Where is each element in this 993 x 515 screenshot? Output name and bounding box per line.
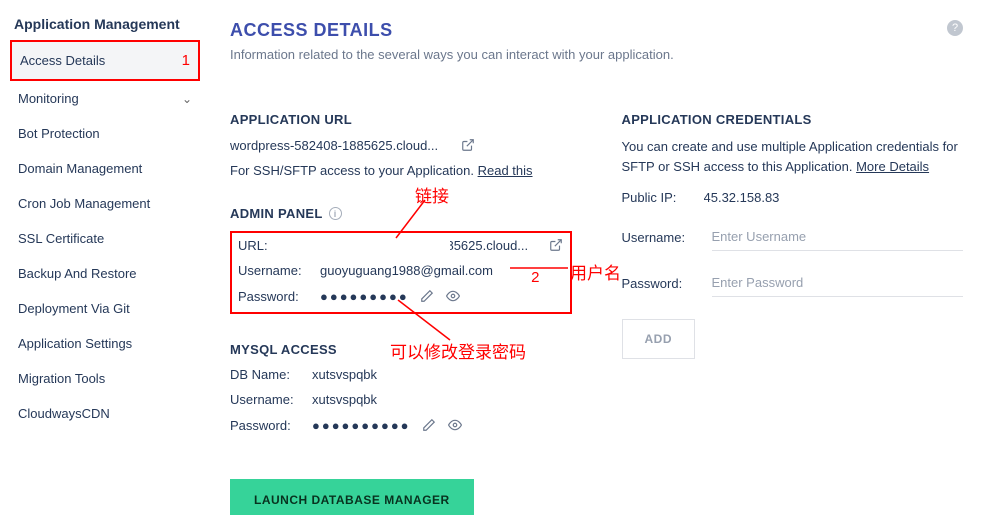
add-credential-button[interactable]: ADD (622, 319, 696, 359)
section-admin-panel: ADMIN PANEL i URL: wordpress-582408-1885… (230, 206, 572, 314)
section-title: MYSQL ACCESS (230, 342, 572, 357)
db-password-label: Password: (230, 418, 302, 433)
admin-url-label: URL: (238, 238, 310, 253)
cred-password-label: Password: (622, 276, 694, 291)
sidebar: Application Management Access Details 1 … (0, 0, 200, 515)
sidebar-item-label: Migration Tools (18, 371, 105, 386)
sidebar-item-label: Access Details (20, 53, 105, 68)
sidebar-item-migration-tools[interactable]: Migration Tools (10, 361, 200, 396)
sidebar-item-cloudways-cdn[interactable]: CloudwaysCDN (10, 396, 200, 431)
section-application-url: APPLICATION URL wordpress-582408-1885625… (230, 112, 572, 178)
cred-password-input[interactable] (712, 269, 964, 297)
sidebar-item-access-details[interactable]: Access Details 1 (10, 40, 200, 81)
admin-password-label: Password: (238, 289, 310, 304)
db-password-masked: ●●●●●●●●●● (312, 418, 411, 433)
page-subtitle: Information related to the several ways … (230, 47, 674, 62)
application-url-value: wordpress-582408-1885625.cloud... (230, 138, 450, 153)
sidebar-item-label: Cron Job Management (18, 196, 150, 211)
sidebar-item-backup-restore[interactable]: Backup And Restore (10, 256, 200, 291)
sidebar-item-label: Monitoring (18, 91, 79, 106)
db-name-value: xutsvspqbk (312, 367, 572, 382)
annotation-number-2: 2 (513, 269, 539, 286)
sidebar-item-monitoring[interactable]: Monitoring ⌄ (10, 81, 200, 116)
section-title: APPLICATION URL (230, 112, 572, 127)
sidebar-item-deployment-git[interactable]: Deployment Via Git (10, 291, 200, 326)
cred-username-input[interactable] (712, 223, 964, 251)
db-username-label: Username: (230, 392, 302, 407)
sidebar-item-label: Domain Management (18, 161, 142, 176)
admin-password-masked: ●●●●●●●●● (320, 289, 409, 304)
edit-icon[interactable] (421, 417, 437, 433)
ssh-note: For SSH/SFTP access to your Application.… (230, 163, 572, 178)
sidebar-item-label: Bot Protection (18, 126, 100, 141)
section-application-credentials: APPLICATION CREDENTIALS You can create a… (622, 112, 964, 359)
left-column: APPLICATION URL wordpress-582408-1885625… (230, 112, 572, 515)
annotation-number-1: 1 (164, 52, 190, 69)
external-link-icon[interactable] (460, 137, 476, 153)
sidebar-item-bot-protection[interactable]: Bot Protection (10, 116, 200, 151)
main-panel: ACCESS DETAILS Information related to th… (200, 0, 993, 515)
page-title: ACCESS DETAILS (230, 20, 674, 41)
edit-icon[interactable] (419, 288, 435, 304)
public-ip-label: Public IP: (622, 190, 694, 205)
section-title: APPLICATION CREDENTIALS (622, 112, 964, 127)
sidebar-title: Application Management (10, 10, 200, 40)
sidebar-item-label: Application Settings (18, 336, 132, 351)
eye-icon[interactable] (445, 288, 461, 304)
info-icon[interactable]: i (329, 207, 342, 220)
sidebar-item-label: SSL Certificate (18, 231, 104, 246)
cred-username-label: Username: (622, 230, 694, 245)
read-this-link[interactable]: Read this (478, 163, 533, 178)
admin-username-label: Username: (238, 263, 310, 278)
more-details-link[interactable]: More Details (856, 159, 929, 174)
db-name-label: DB Name: (230, 367, 302, 382)
sidebar-item-ssl-certificate[interactable]: SSL Certificate (10, 221, 200, 256)
credentials-note: You can create and use multiple Applicat… (622, 137, 964, 176)
sidebar-item-label: Deployment Via Git (18, 301, 130, 316)
admin-panel-box: URL: wordpress-582408-1885625.cloud... U… (230, 231, 572, 314)
external-link-icon[interactable] (548, 237, 564, 253)
section-mysql-access: MYSQL ACCESS DB Name: xutsvspqbk Usernam… (230, 342, 572, 433)
sidebar-item-label: Backup And Restore (18, 266, 137, 281)
eye-icon[interactable] (447, 417, 463, 433)
sidebar-item-application-settings[interactable]: Application Settings (10, 326, 200, 361)
admin-username-value: guoyuguang1988@gmail.com (320, 263, 540, 278)
launch-database-manager-button[interactable]: LAUNCH DATABASE MANAGER (230, 479, 474, 515)
db-username-value: xutsvspqbk (312, 392, 572, 407)
sidebar-item-domain-management[interactable]: Domain Management (10, 151, 200, 186)
chevron-down-icon: ⌄ (182, 92, 192, 106)
sidebar-item-label: CloudwaysCDN (18, 406, 110, 421)
public-ip-value: 45.32.158.83 (704, 190, 964, 205)
help-icon[interactable]: ? (947, 20, 963, 36)
section-title: ADMIN PANEL i (230, 206, 572, 221)
right-column: APPLICATION CREDENTIALS You can create a… (622, 112, 964, 515)
sidebar-item-cron-job-management[interactable]: Cron Job Management (10, 186, 200, 221)
redaction-mask (320, 238, 450, 254)
